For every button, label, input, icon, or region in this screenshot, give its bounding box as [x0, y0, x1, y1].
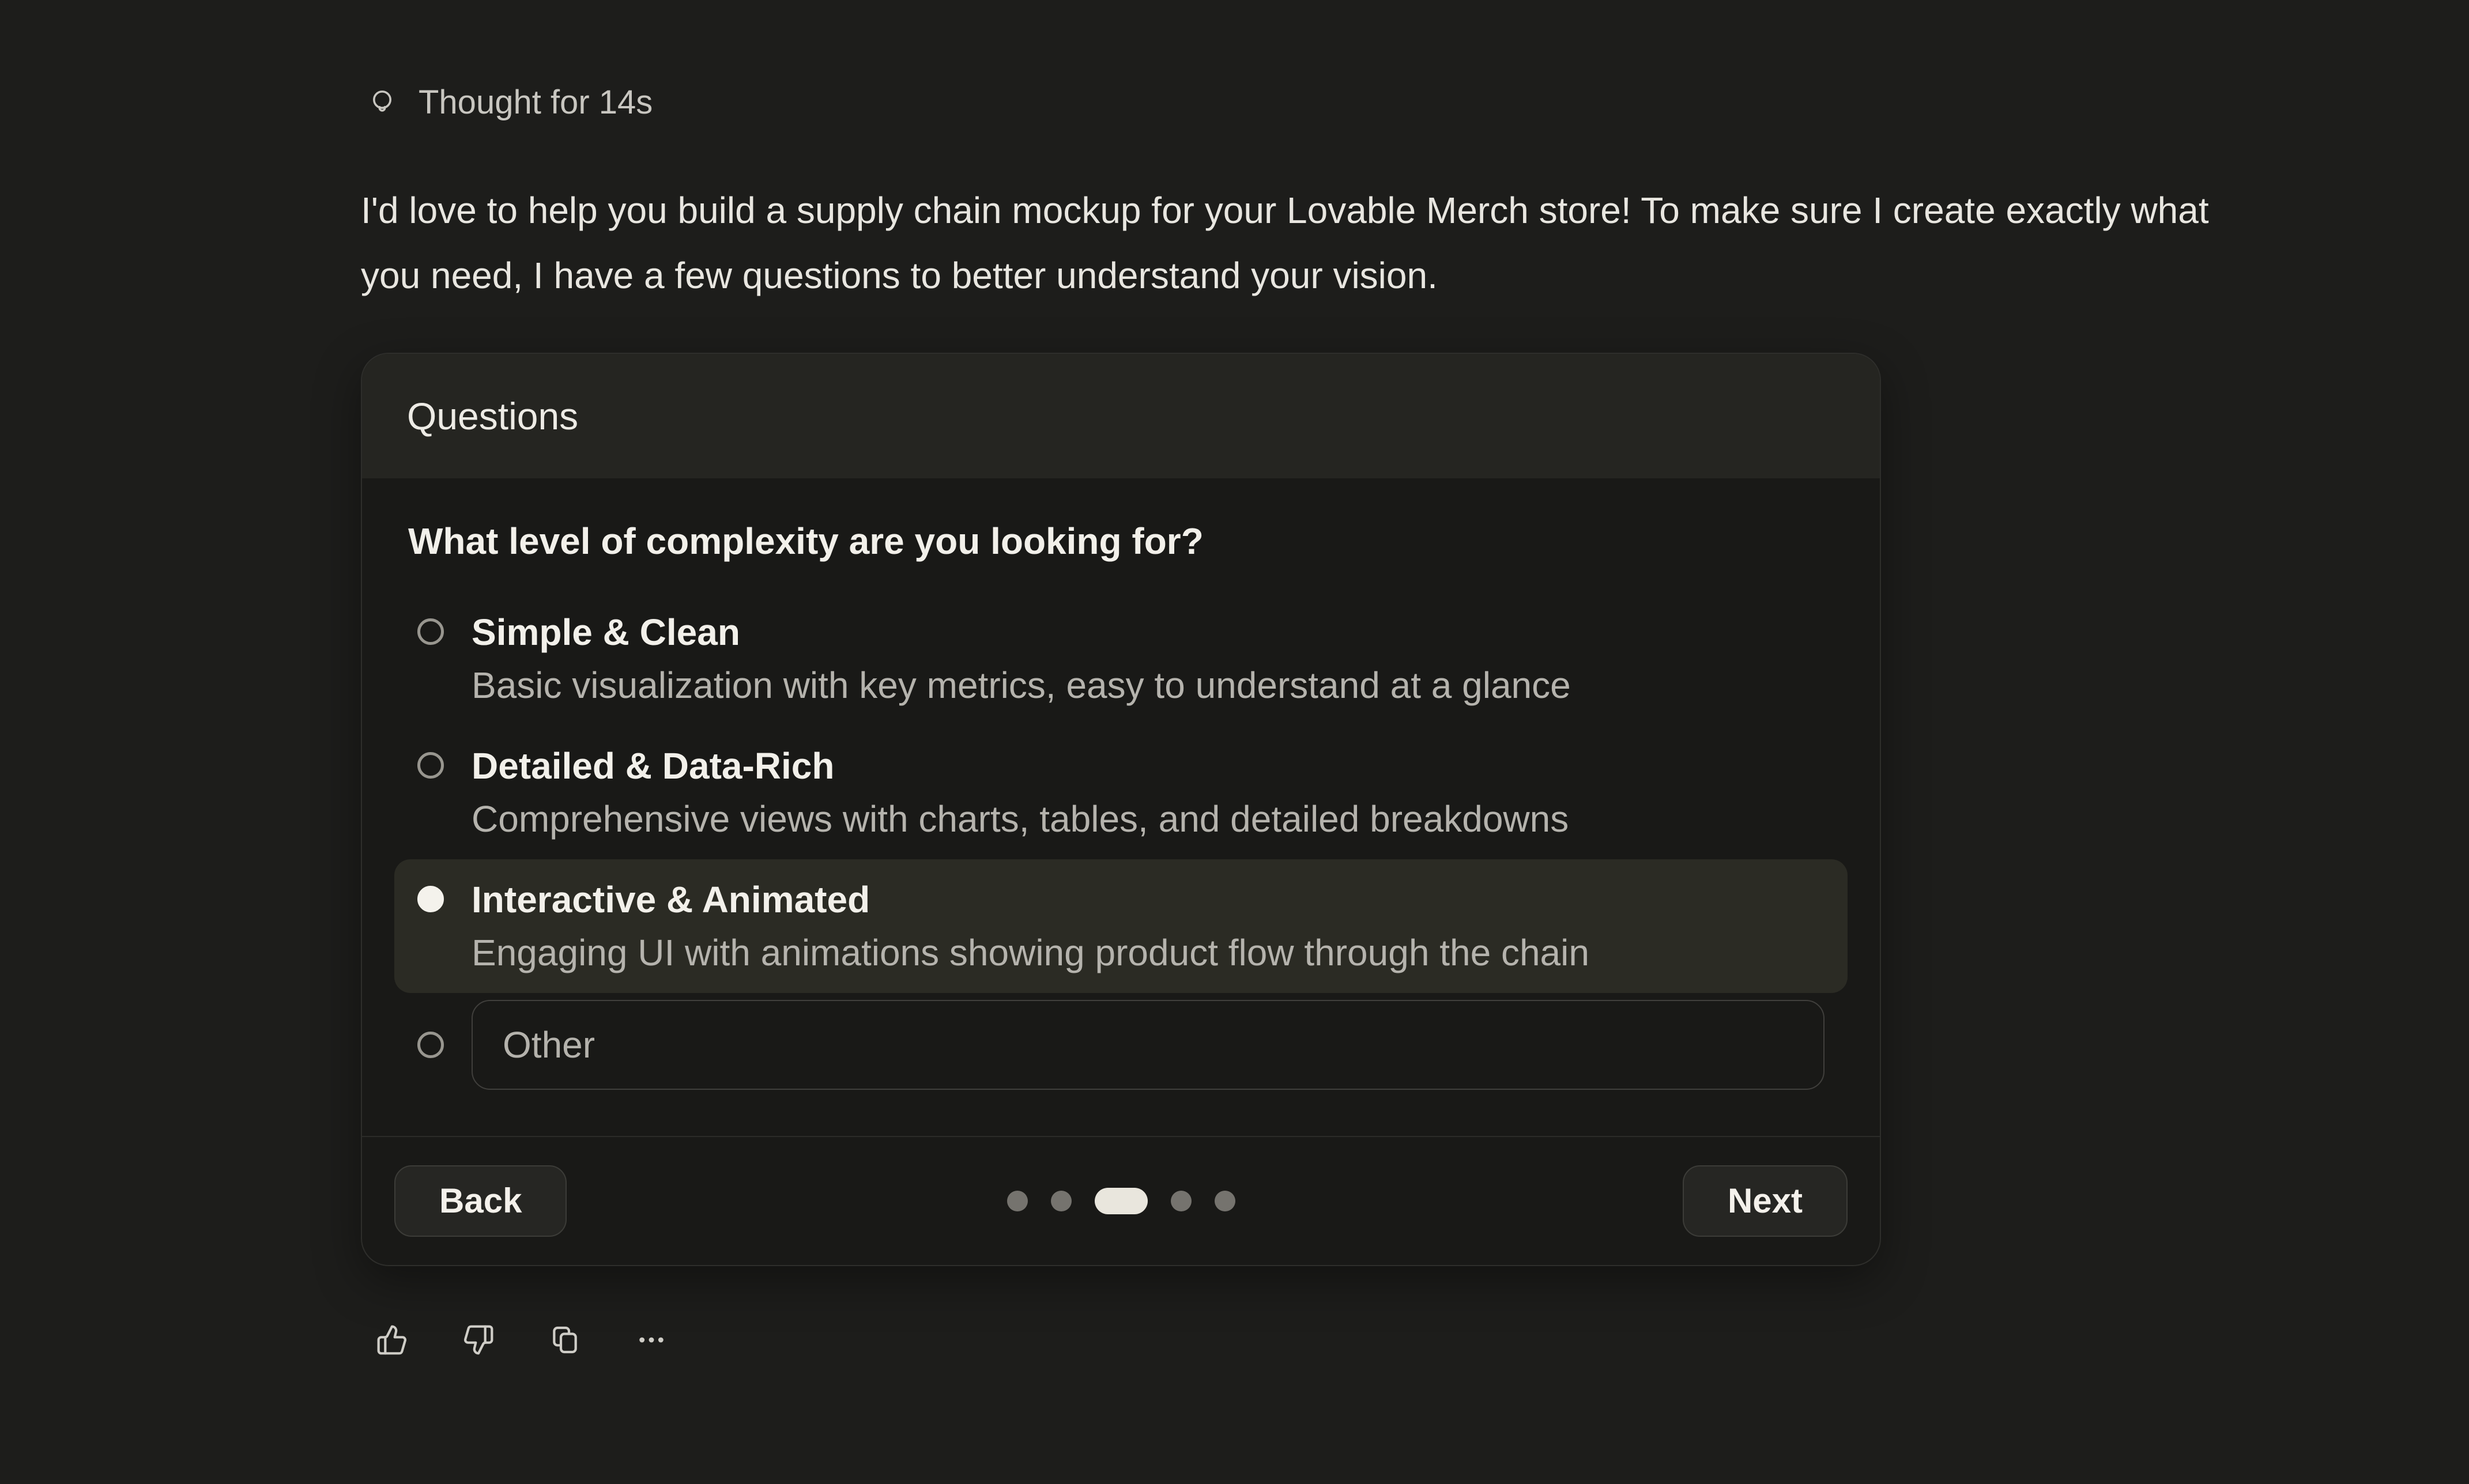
- back-button[interactable]: Back: [394, 1165, 567, 1237]
- thumbs-up-icon: [376, 1324, 408, 1356]
- lightbulb-icon: [367, 87, 398, 118]
- option-title: Interactive & Animated: [472, 873, 1589, 926]
- option-other[interactable]: [394, 993, 1848, 1090]
- option-description: Engaging UI with animations showing prod…: [472, 926, 1589, 979]
- radio-unselected-icon[interactable]: [417, 618, 444, 645]
- more-options-button[interactable]: [635, 1324, 668, 1356]
- copy-button[interactable]: [549, 1324, 581, 1356]
- next-button[interactable]: Next: [1683, 1165, 1848, 1237]
- option-interactive-animated[interactable]: Interactive & Animated Engaging UI with …: [394, 859, 1848, 993]
- progress-dot: [1215, 1191, 1235, 1211]
- option-description: Comprehensive views with charts, tables,…: [472, 792, 1569, 845]
- progress-dot: [1171, 1191, 1192, 1211]
- thumbs-up-button[interactable]: [376, 1324, 408, 1356]
- option-title: Detailed & Data-Rich: [472, 739, 1569, 792]
- progress-dot-active: [1095, 1188, 1148, 1214]
- option-simple-clean[interactable]: Simple & Clean Basic visualization with …: [394, 592, 1848, 726]
- other-input[interactable]: [472, 1000, 1825, 1090]
- assistant-message: I'd love to help you build a supply chai…: [361, 178, 2211, 309]
- more-options-icon: [635, 1324, 668, 1356]
- thought-label: Thought for 14s: [419, 83, 653, 122]
- thought-toggle[interactable]: Thought for 14s: [367, 83, 653, 122]
- option-detailed-data-rich[interactable]: Detailed & Data-Rich Comprehensive views…: [394, 726, 1848, 859]
- questions-card: Questions What level of complexity are y…: [361, 353, 1881, 1266]
- thumbs-down-button[interactable]: [462, 1324, 495, 1356]
- message-actions: [376, 1324, 2469, 1356]
- option-title: Simple & Clean: [472, 606, 1571, 659]
- copy-icon: [549, 1324, 581, 1356]
- progress-dot: [1051, 1191, 1072, 1211]
- progress-dots: [1007, 1188, 1235, 1214]
- card-footer: Back Next: [362, 1136, 1880, 1265]
- thumbs-down-icon: [462, 1324, 495, 1356]
- question-text: What level of complexity are you looking…: [408, 515, 1848, 567]
- radio-unselected-icon[interactable]: [417, 752, 444, 779]
- card-header: Questions: [362, 354, 1880, 478]
- card-body: What level of complexity are you looking…: [362, 478, 1880, 1136]
- radio-selected-icon[interactable]: [417, 886, 444, 912]
- radio-unselected-icon[interactable]: [417, 1032, 444, 1058]
- option-description: Basic visualization with key metrics, ea…: [472, 659, 1571, 712]
- options-list: Simple & Clean Basic visualization with …: [394, 592, 1848, 1090]
- progress-dot: [1007, 1191, 1028, 1211]
- card-title: Questions: [407, 394, 578, 438]
